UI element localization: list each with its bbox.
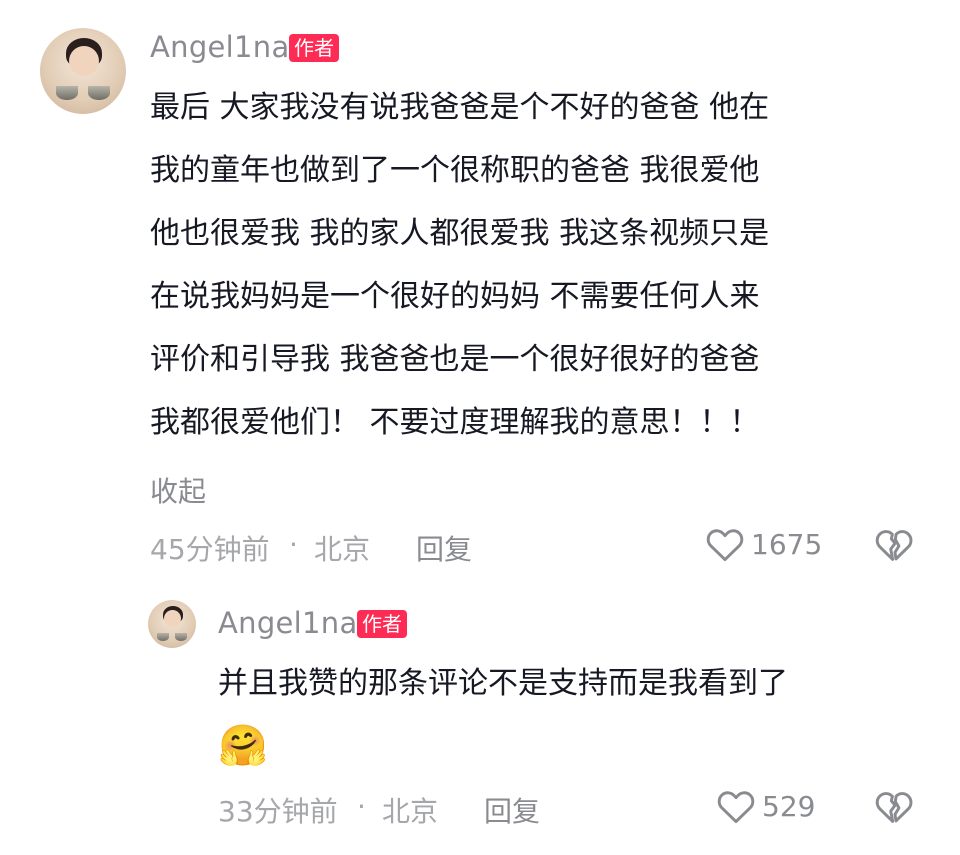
like-button[interactable]: 1675 — [705, 526, 822, 562]
hugging-face-emoji: 🤗 — [218, 723, 268, 769]
comment-line: 在说我妈妈是一个很好的妈妈 不需要任何人来 — [150, 279, 760, 314]
reply-avatar[interactable] — [148, 600, 196, 648]
comment-time: 45分钟前 — [150, 533, 270, 566]
meta-separator: · — [289, 528, 298, 561]
reply-button[interactable]: 回复 — [416, 528, 472, 568]
avatar[interactable] — [40, 28, 126, 114]
reply-author-badge: 作者 — [357, 610, 407, 638]
comment-line: 评价和引导我 我爸爸也是一个很好很好的爸爸 — [150, 342, 760, 377]
comment-username[interactable]: Angel1na — [150, 30, 290, 64]
author-badge: 作者 — [289, 34, 339, 62]
broken-heart-icon[interactable] — [874, 789, 914, 825]
reply-meta-separator: · — [357, 790, 366, 823]
comment-line: 我都很爱他们！ 不要过度理解我的意思！！！ — [150, 405, 760, 440]
like-count: 1675 — [751, 527, 823, 561]
reply-location: 北京 — [382, 795, 439, 828]
reply-like-button[interactable]: 529 — [716, 788, 815, 824]
comment-location: 北京 — [314, 533, 371, 566]
comment-line: 最后 大家我没有说我爸爸是个不好的爸爸 他在 — [150, 90, 770, 125]
reply-text: 并且我赞的那条评论不是支持而是我看到了 — [218, 666, 788, 701]
broken-heart-icon[interactable] — [874, 527, 914, 563]
collapse-button[interactable]: 收起 — [150, 470, 206, 510]
reply-like-count: 529 — [762, 789, 816, 823]
reply-time: 33分钟前 — [218, 795, 338, 828]
heart-outline-icon — [717, 791, 755, 824]
comment-line: 我的童年也做到了一个很称职的爸爸 我很爱他 — [150, 153, 760, 188]
comment-line: 他也很爱我 我的家人都很爱我 我这条视频只是 — [150, 216, 770, 251]
heart-outline-icon — [706, 529, 744, 562]
reply-reply-button[interactable]: 回复 — [484, 790, 540, 830]
reply-username[interactable]: Angel1na — [218, 606, 358, 640]
